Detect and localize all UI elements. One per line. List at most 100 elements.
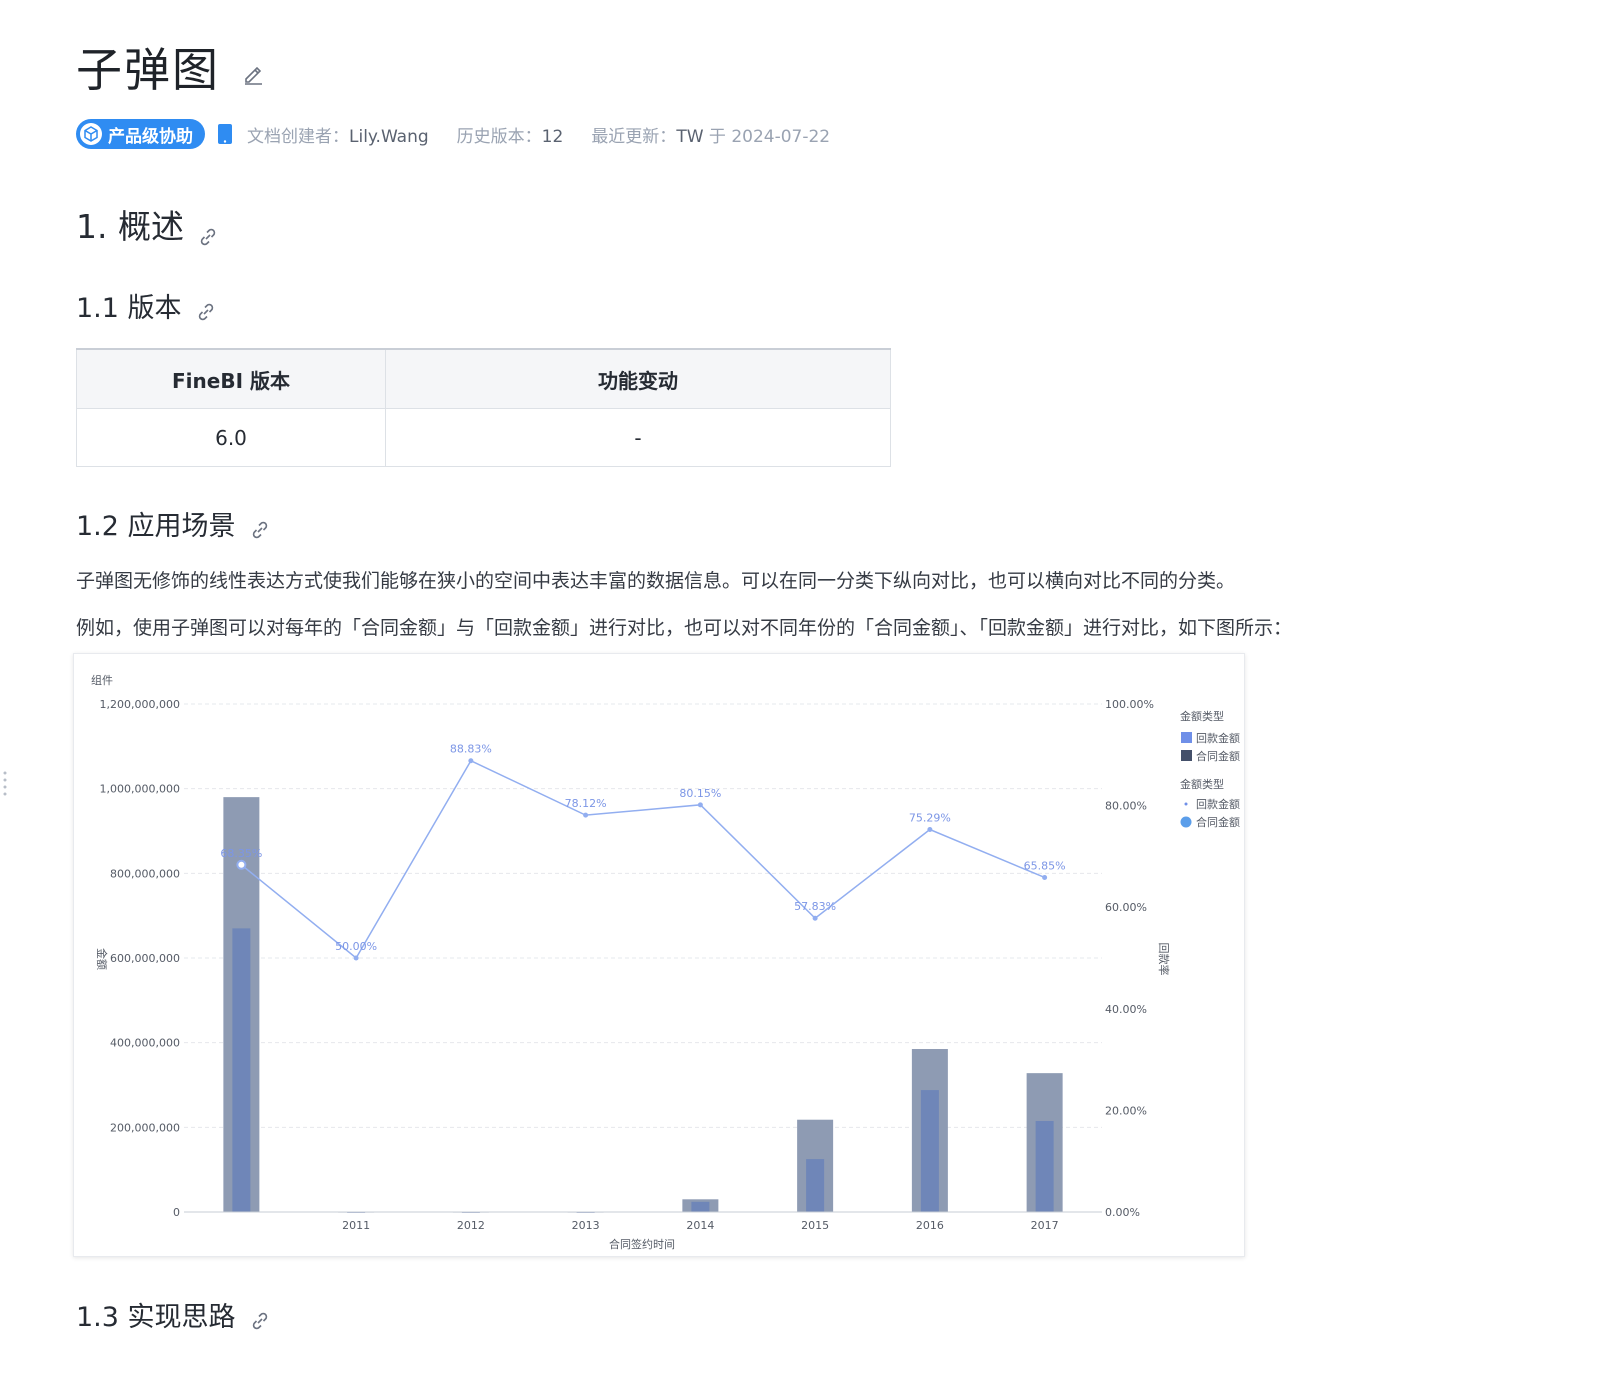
data-label: 65.85%: [1024, 859, 1066, 872]
rate-point: [1042, 874, 1048, 880]
link-icon[interactable]: [250, 516, 270, 538]
legend-marker[interactable]: [1184, 802, 1188, 806]
y-tick-label: 1,000,000,000: [100, 783, 180, 796]
y-tick-label: 600,000,000: [110, 952, 180, 965]
legend-item[interactable]: 回款金额: [1196, 731, 1240, 745]
link-icon[interactable]: [196, 298, 216, 320]
table-header-row: FineBI 版本 功能变动: [76, 348, 891, 409]
bullet-chart: 68.35% 50.00% 88.83% 78.12% 80.15% 57.83% 75.2…: [91, 673, 1240, 1251]
y2-tick-label: 80.00%: [1105, 800, 1147, 813]
rate-point: [583, 812, 589, 818]
product-badge-label: 产品级协助: [108, 126, 193, 147]
table-header-cell: FineBI 版本: [76, 348, 386, 409]
data-label: 57.83%: [794, 900, 836, 913]
chart-bars: [223, 797, 1063, 1213]
history-value[interactable]: 12: [542, 127, 564, 147]
bar-payment-amount: [1035, 1120, 1054, 1212]
y-tick-label: 400,000,000: [110, 1037, 180, 1050]
updated-info: 最近更新：TW 于 2024-07-22: [591, 122, 830, 147]
table-cell: 6.0: [76, 408, 386, 467]
rate-point: [927, 827, 933, 833]
paragraph: 子弹图无修饰的线性表达方式使我们能够在狭小的空间中表达丰富的数据信息。可以在同一…: [76, 570, 1236, 592]
rate-line: [240, 759, 1045, 960]
section-title: 1.1 版本: [76, 293, 182, 324]
section-title: 1.3 实现思路: [76, 1302, 236, 1333]
bar-payment-amount: [691, 1201, 710, 1212]
x-tick-label: 2017: [1031, 1219, 1059, 1232]
section-heading-overview: 1. 概述: [76, 200, 218, 248]
data-label: 80.15%: [679, 787, 721, 800]
legend-marker[interactable]: [1180, 816, 1192, 828]
data-label: 68.35%: [220, 847, 262, 860]
x-tick-label: 2016: [916, 1219, 944, 1232]
x-tick-label: 2012: [457, 1219, 485, 1232]
bar-payment-amount: [920, 1090, 939, 1212]
section-title: 1.2 应用场景: [76, 511, 236, 542]
y2-tick-label: 60.00%: [1105, 901, 1147, 914]
data-label: 78.12%: [565, 797, 607, 810]
updated-on: 于 2024-07-22: [703, 126, 831, 147]
legend-group-title: 金额类型: [1180, 709, 1224, 723]
creator-info: 文档创建者：Lily.Wang: [247, 122, 429, 147]
y-tick-label: 200,000,000: [110, 1121, 180, 1134]
section-heading-scenario: 1.2 应用场景: [76, 504, 270, 543]
legend-group-title: 金额类型: [1180, 777, 1224, 791]
y2-tick-label: 20.00%: [1105, 1104, 1147, 1117]
pencil-icon[interactable]: [242, 62, 266, 86]
tablet-icon: [217, 123, 233, 145]
bullet-chart-figure: 68.35% 50.00% 88.83% 78.12% 80.15% 57.83% 75.2…: [73, 653, 1245, 1257]
legend-item[interactable]: 回款金额: [1196, 797, 1240, 811]
chart-line: 68.35% 50.00% 88.83% 78.12% 80.15% 57.83% 75.2…: [220, 743, 1066, 961]
link-icon[interactable]: [250, 1307, 270, 1329]
x-tick-label: 2015: [801, 1219, 829, 1232]
creator-label: 文档创建者：: [247, 126, 349, 147]
chart-legend: 金额类型 回款金额 合同金额 金额类型 回款金额 合同金额: [1180, 709, 1240, 829]
page-title: 子弹图: [76, 43, 220, 97]
table-cell: -: [385, 408, 891, 467]
product-badge[interactable]: 产品级协助: [76, 119, 205, 149]
bar-payment-amount: [232, 928, 251, 1212]
x-axis-label: 合同签约时间: [609, 1237, 675, 1251]
updated-by: TW: [676, 126, 704, 147]
legend-swatch[interactable]: [1181, 750, 1192, 761]
table-header-cell: 功能变动: [385, 348, 891, 409]
rate-point: [812, 915, 818, 921]
history-label: 历史版本：: [456, 126, 542, 147]
updated-label: 最近更新：: [591, 126, 677, 147]
x-tick-label: 2011: [342, 1219, 370, 1232]
legend-item[interactable]: 合同金额: [1196, 749, 1240, 763]
rate-point: [468, 758, 474, 764]
paragraph: 例如，使用子弹图可以对每年的「合同金额」与「回款金额」进行对比，也可以对不同年份…: [76, 617, 1293, 639]
x-tick-label: 2013: [572, 1219, 600, 1232]
creator-value[interactable]: Lily.Wang: [349, 127, 429, 147]
data-label: 88.83%: [450, 743, 492, 756]
bar-payment-amount: [806, 1159, 825, 1212]
history-info: 历史版本：12: [457, 122, 564, 147]
section-title: 1. 概述: [76, 207, 184, 246]
section-heading-approach: 1.3 实现思路: [76, 1295, 270, 1334]
link-icon[interactable]: [198, 216, 218, 246]
chart-title: 组件: [91, 673, 113, 687]
y2-tick-label: 0.00%: [1105, 1206, 1140, 1219]
drag-handle-icon[interactable]: [2, 770, 8, 796]
chart-grid: [184, 703, 1102, 1213]
y-axis-label: 金额: [95, 948, 109, 970]
version-table: FineBI 版本 功能变动 6.0 -: [76, 348, 891, 467]
y2-tick-label: 40.00%: [1105, 1003, 1147, 1016]
title-row: 子弹图: [76, 32, 266, 102]
data-label: 75.29%: [909, 812, 951, 825]
legend-item[interactable]: 合同金额: [1196, 815, 1240, 829]
legend-swatch[interactable]: [1181, 732, 1192, 743]
rate-point: [697, 802, 703, 808]
y2-axis-label: 回款率: [1157, 943, 1171, 976]
data-label: 50.00%: [335, 940, 377, 953]
x-tick-label: 2014: [686, 1219, 714, 1232]
y-tick-label: 0: [173, 1206, 180, 1219]
rate-point: [353, 955, 359, 961]
section-heading-version: 1.1 版本: [76, 286, 216, 325]
doc-meta-row: 产品级协助 文档创建者：Lily.Wang 历史版本：12 最近更新：TW 于 …: [76, 118, 858, 150]
table-row: 6.0 -: [76, 408, 891, 467]
y2-tick-label: 100.00%: [1105, 698, 1154, 711]
cube-icon: [80, 123, 102, 145]
rate-point: [236, 859, 247, 870]
